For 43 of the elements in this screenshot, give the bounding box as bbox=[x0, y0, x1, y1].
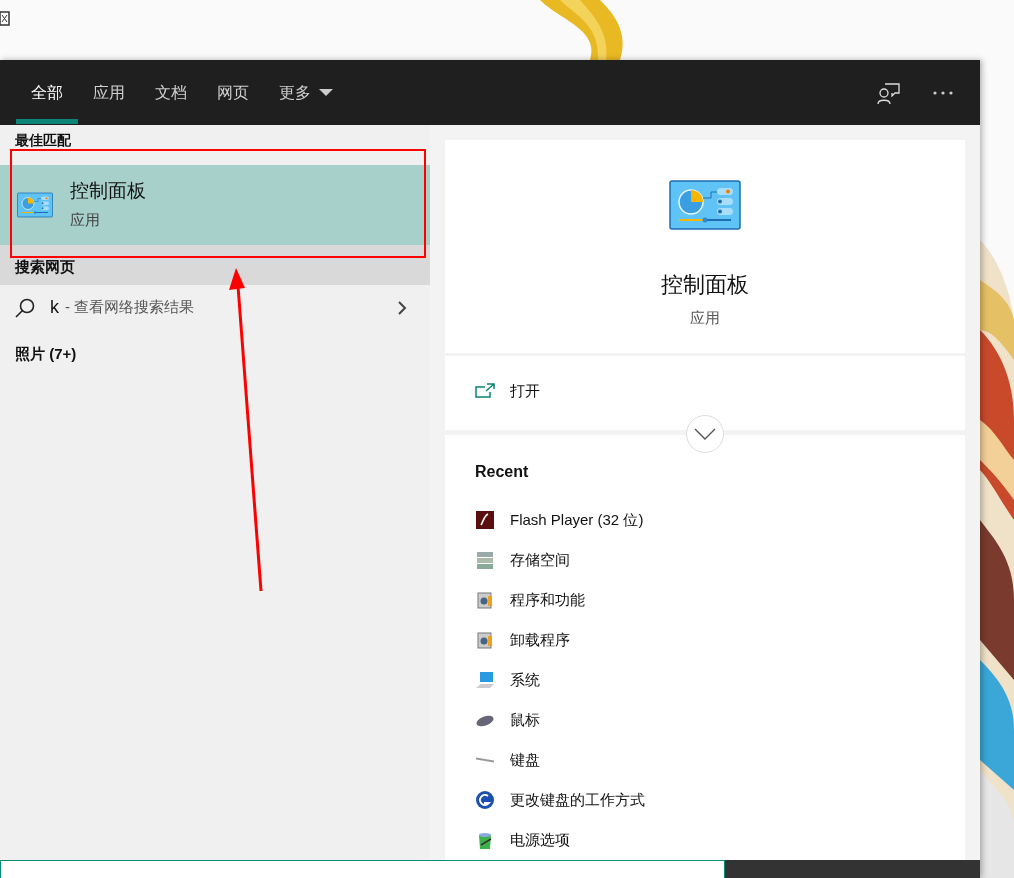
program-box-icon bbox=[475, 590, 495, 610]
result-item[interactable]: 控制面板 应用 bbox=[0, 165, 430, 245]
recent-item[interactable]: 程序和功能 bbox=[475, 580, 585, 620]
recent-item[interactable]: Flash Player (32 位) bbox=[475, 500, 644, 540]
tab[interactable]: 更多 bbox=[264, 60, 348, 125]
recent-item[interactable]: 存储空间 bbox=[475, 540, 570, 580]
result-type: 应用 bbox=[70, 210, 101, 230]
chevron-down-icon bbox=[694, 428, 716, 440]
section-heading: Recent bbox=[475, 462, 530, 482]
section-heading: 最佳匹配 bbox=[14, 131, 72, 150]
open-external-icon bbox=[475, 383, 495, 400]
keyboard-icon bbox=[475, 757, 495, 763]
desktop-icon[interactable] bbox=[0, 11, 10, 27]
recent-item[interactable]: 卸载程序 bbox=[475, 620, 570, 660]
app-type: 应用 bbox=[690, 308, 720, 328]
program-box-icon bbox=[475, 630, 495, 650]
web-search-row[interactable]: k - 查看网络搜索结果 bbox=[0, 285, 430, 330]
control-panel-icon bbox=[669, 180, 741, 230]
tab[interactable]: 网页 bbox=[202, 60, 264, 125]
caret-icon bbox=[319, 89, 333, 96]
tab[interactable]: 应用 bbox=[78, 60, 140, 125]
query-text: k bbox=[50, 296, 59, 319]
open-action[interactable]: 打开 bbox=[475, 380, 540, 403]
computer-icon bbox=[475, 670, 495, 690]
tab[interactable]: 文档 bbox=[140, 60, 202, 125]
section-heading: 搜索网页 bbox=[15, 258, 75, 275]
recent-item[interactable]: 电源选项 bbox=[475, 820, 570, 860]
flash-icon bbox=[475, 510, 495, 530]
chevron-right-icon bbox=[397, 299, 407, 316]
recent-item[interactable]: 鼠标 bbox=[475, 700, 540, 740]
ease-of-access-icon bbox=[475, 790, 495, 810]
recent-item[interactable]: 键盘 bbox=[475, 740, 540, 780]
control-panel-icon bbox=[17, 192, 53, 218]
result-title: 控制面板 bbox=[70, 179, 146, 203]
search-field[interactable] bbox=[0, 860, 725, 878]
search-icon bbox=[14, 296, 36, 319]
search-hint: - 查看网络搜索结果 bbox=[65, 297, 195, 318]
app-title: 控制面板 bbox=[661, 271, 749, 299]
storage-drives-icon bbox=[475, 550, 495, 570]
recent-item[interactable]: 系统 bbox=[475, 660, 540, 700]
section-heading: 照片 (7+) bbox=[14, 344, 78, 364]
tab[interactable]: 全部 bbox=[16, 60, 78, 125]
recent-item[interactable]: 更改键盘的工作方式 bbox=[475, 780, 645, 820]
